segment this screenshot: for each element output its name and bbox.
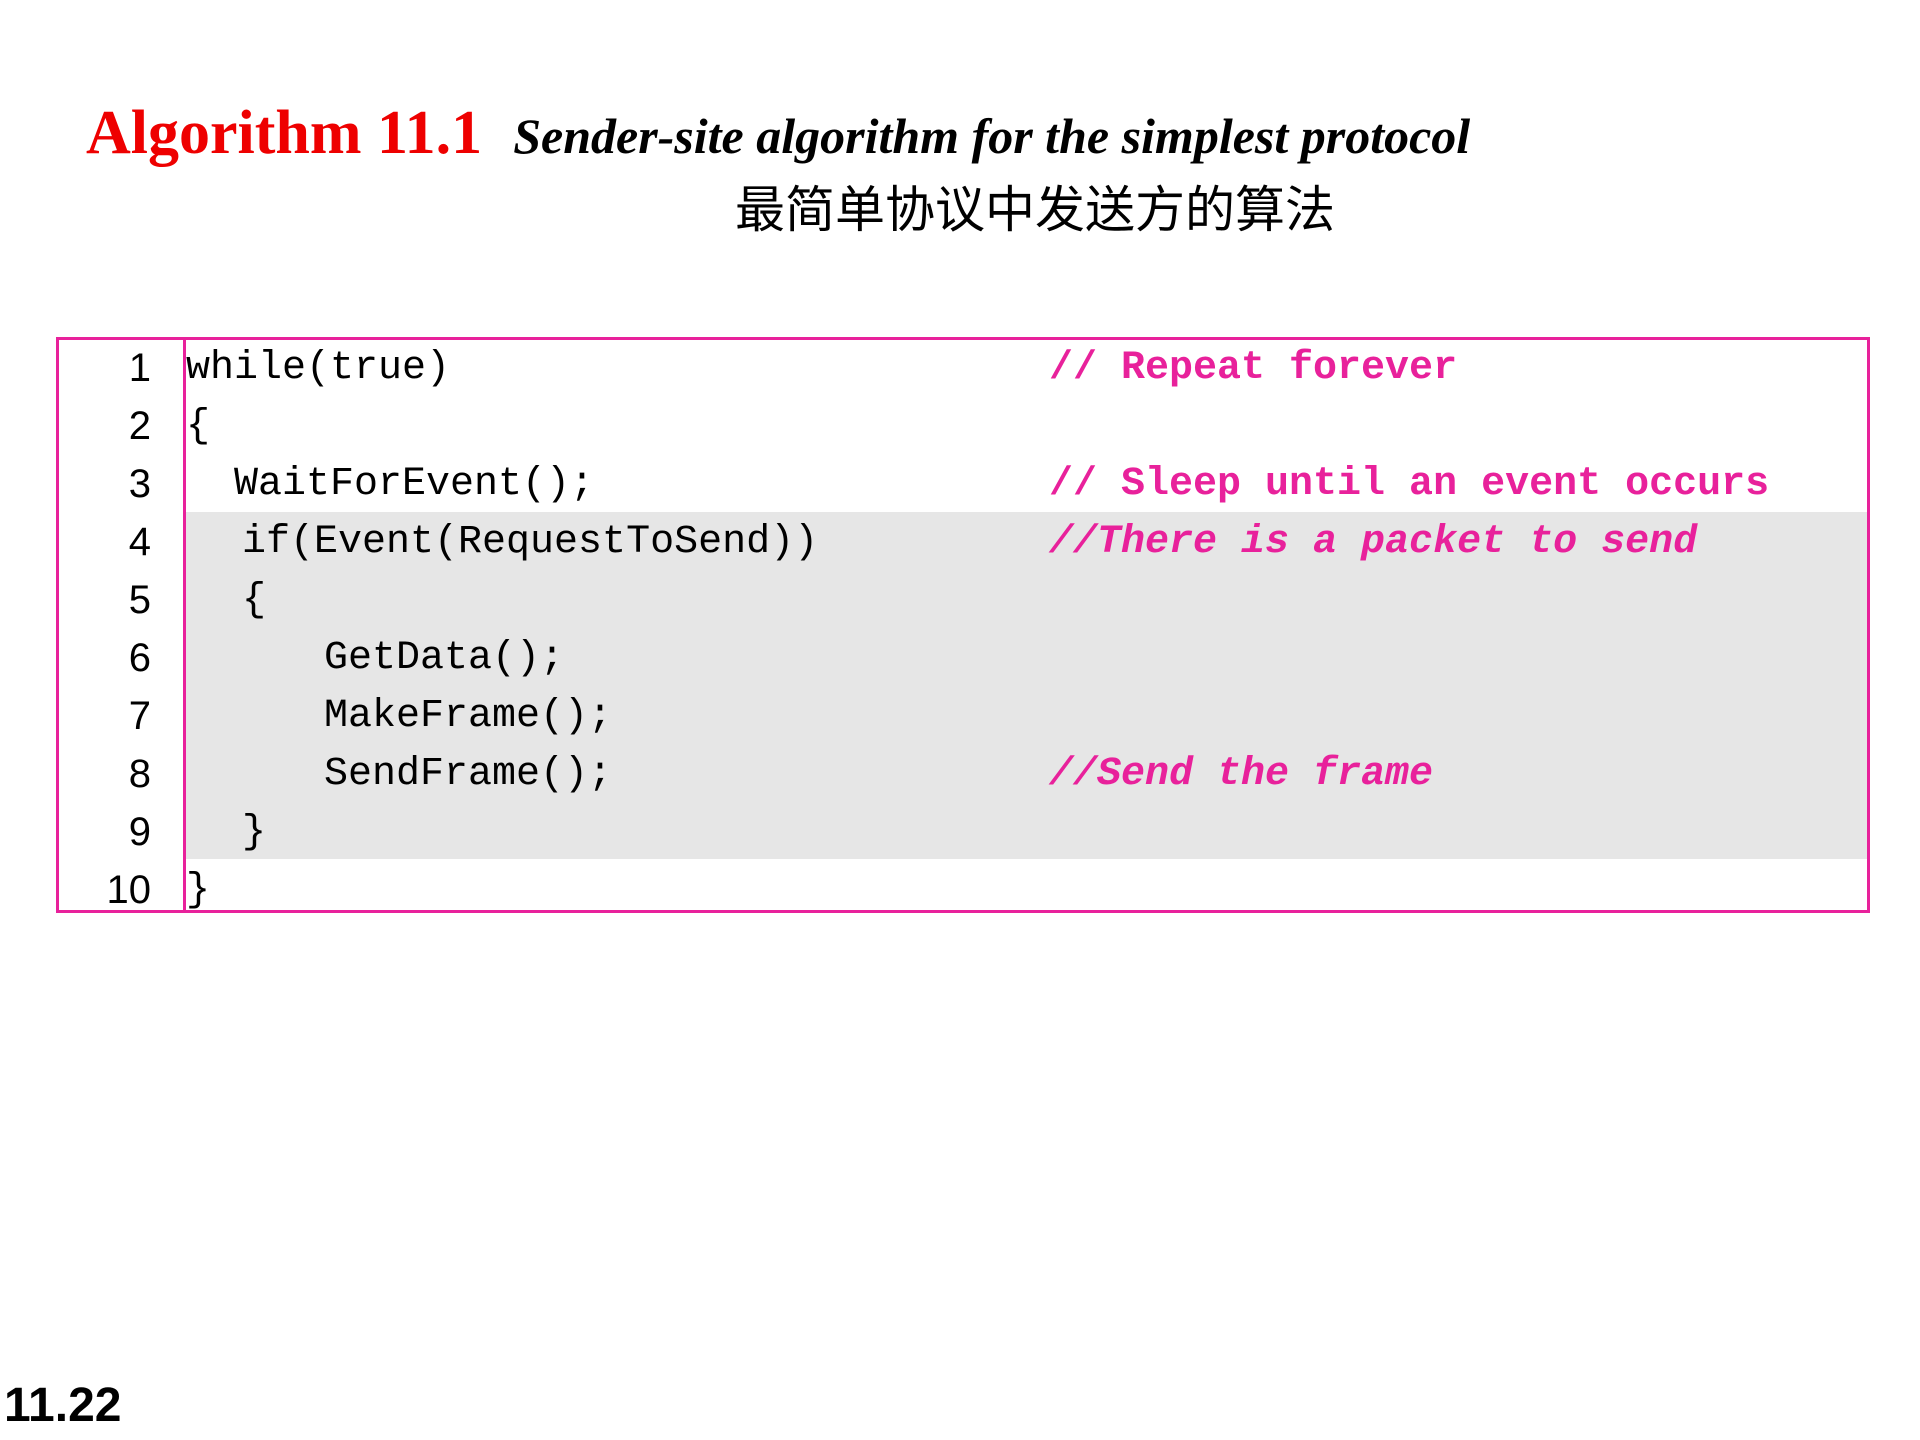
algorithm-label: Algorithm 11.1 bbox=[86, 99, 483, 167]
code-line: 4 if(Event(RequestToSend)) //There is a … bbox=[59, 514, 1867, 572]
code-line: 7 MakeFrame(); bbox=[59, 688, 1867, 746]
code-text: if(Event(RequestToSend)) bbox=[242, 520, 819, 565]
code-comment: //There is a packet to send bbox=[1049, 520, 1698, 565]
code-text: SendFrame(); bbox=[324, 752, 613, 797]
algorithm-caption: Sender-site algorithm for the simplest p… bbox=[513, 108, 1471, 164]
code-text: { bbox=[242, 578, 267, 623]
slide-number: 11.22 bbox=[4, 1379, 122, 1432]
code-comment: // Repeat forever bbox=[1049, 346, 1458, 391]
line-number: 1 bbox=[128, 346, 151, 390]
line-number: 9 bbox=[128, 810, 151, 854]
code-line: 10 } bbox=[59, 862, 1867, 913]
code-text: MakeFrame(); bbox=[324, 694, 613, 739]
code-line: 8 SendFrame(); //Send the frame bbox=[59, 746, 1867, 804]
line-number: 8 bbox=[128, 752, 151, 796]
code-line: 1 while(true) // Repeat forever bbox=[59, 340, 1867, 398]
code-text: } bbox=[242, 810, 267, 855]
code-line: 5 { bbox=[59, 572, 1867, 630]
code-text: GetData(); bbox=[324, 636, 565, 681]
line-number: 3 bbox=[128, 462, 151, 506]
code-text: { bbox=[186, 404, 211, 449]
line-number: 5 bbox=[128, 578, 151, 622]
line-number: 4 bbox=[128, 520, 151, 564]
code-comment: //Send the frame bbox=[1049, 752, 1434, 797]
code-line: 2 { bbox=[59, 398, 1867, 456]
algorithm-subtitle: 最简单协议中发送方的算法 bbox=[735, 181, 1335, 239]
code-listing: 1 while(true) // Repeat forever 2 { 3 Wa… bbox=[56, 337, 1870, 913]
line-number: 2 bbox=[128, 404, 151, 448]
code-text: while(true) bbox=[186, 346, 451, 391]
code-text: } bbox=[186, 868, 211, 913]
code-line: 3 WaitForEvent(); // Sleep until an even… bbox=[59, 456, 1867, 514]
code-comment: // Sleep until an event occurs bbox=[1049, 462, 1770, 507]
code-line: 6 GetData(); bbox=[59, 630, 1867, 688]
code-text: WaitForEvent(); bbox=[234, 462, 595, 507]
algorithm-title: Algorithm 11.1 Sender-site algorithm for… bbox=[86, 98, 1470, 169]
line-number: 10 bbox=[106, 868, 152, 912]
code-line: 9 } bbox=[59, 804, 1867, 862]
line-number: 6 bbox=[128, 636, 151, 680]
line-number: 7 bbox=[128, 694, 151, 738]
